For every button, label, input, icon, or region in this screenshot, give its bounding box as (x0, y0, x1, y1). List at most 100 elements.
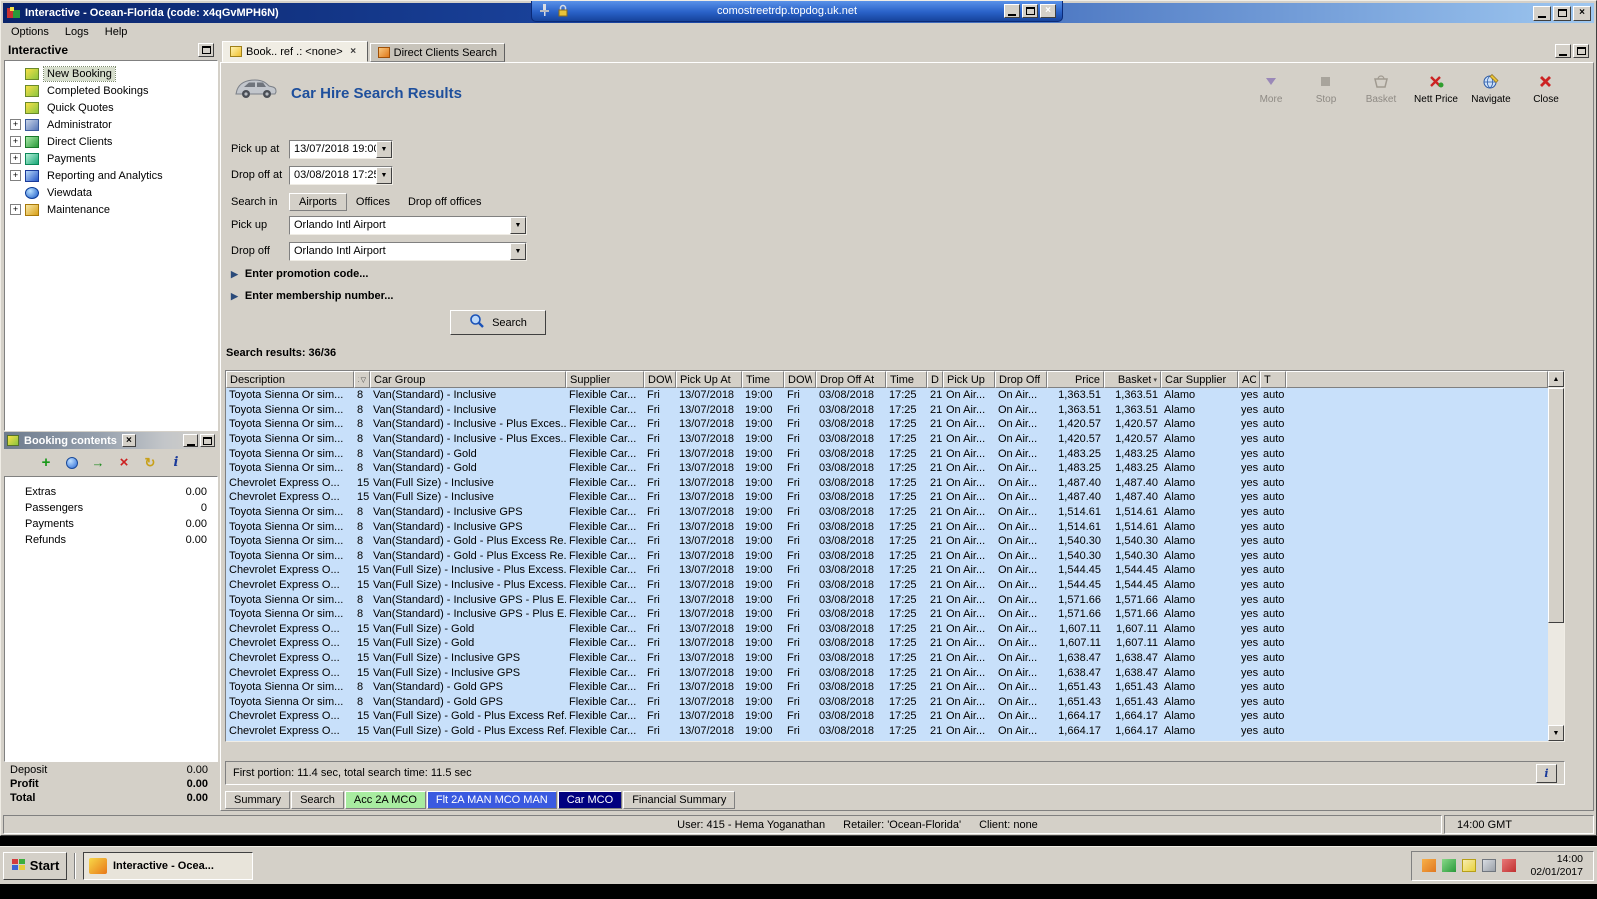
tray-volume-icon[interactable] (1502, 859, 1517, 872)
maximize-icon[interactable] (1553, 5, 1571, 21)
add-icon[interactable]: + (39, 455, 54, 470)
mdi-minimize-icon[interactable] (1555, 44, 1571, 58)
table-row[interactable]: Toyota Sienna Or sim... 8 Van(Standard) - … (226, 519, 1548, 534)
bottom-tab-flt-2a-man-mco-man[interactable]: Flt 2A MAN MCO MAN (426, 791, 557, 809)
table-row[interactable]: Chevrolet Express O...15Van(Full Size) -… (226, 709, 1548, 724)
expand-icon[interactable]: + (10, 204, 21, 215)
sidebar-item-direct-clients[interactable]: + Direct Clients (5, 133, 217, 150)
column-header-pick-up-at-5[interactable]: Pick Up At (676, 371, 742, 388)
column-header-drop-off-12[interactable]: Drop Off (995, 371, 1047, 388)
column-header-pick-up-11[interactable]: Pick Up (943, 371, 995, 388)
pickup-dropdown-icon[interactable]: ▼ (510, 216, 526, 234)
pin-icon[interactable] (538, 3, 551, 20)
column-header-drop-off-at-8[interactable]: Drop Off At (816, 371, 886, 388)
delete-icon[interactable]: × (117, 455, 132, 470)
table-row[interactable]: Toyota Sienna Or sim... 8 Van(Standard) - … (226, 504, 1548, 520)
table-row[interactable]: Chevrolet Express O...15Van(Full Size) -… (226, 490, 1548, 505)
expand-icon[interactable]: + (10, 119, 21, 130)
sidebar-item-completed-bookings[interactable]: Completed Bookings (5, 82, 217, 99)
booking-row-payments[interactable]: Payments 0.00 (5, 516, 217, 532)
column-header-d-10[interactable]: D (927, 371, 943, 388)
column-header-time-6[interactable]: Time (742, 371, 784, 388)
column-header-description-0[interactable]: Description (226, 371, 354, 388)
pickup-at-dropdown-icon[interactable]: ▼ (376, 140, 392, 158)
scroll-up-icon[interactable]: ▲ (1548, 371, 1564, 387)
column-header-s-1[interactable]: S▽ (354, 371, 370, 388)
more-button[interactable]: More (1248, 73, 1294, 105)
sidebar-item-administrator[interactable]: + Administrator (5, 116, 217, 133)
tab-close-icon[interactable]: × (347, 46, 360, 58)
expand-icon[interactable]: + (10, 136, 21, 147)
mdi-restore-icon[interactable] (1573, 44, 1589, 58)
taskbar-task-interactive[interactable]: Interactive - Ocea... (83, 851, 253, 880)
table-row[interactable]: Toyota Sienna Or sim... 8 Van(Standard) - … (226, 592, 1548, 607)
world-icon[interactable] (65, 455, 80, 470)
minimize-icon[interactable] (1533, 5, 1551, 21)
table-row[interactable]: Chevrolet Express O...15Van(Full Size) -… (226, 577, 1548, 593)
tab-booking-ref[interactable]: Book.. ref .: <none> × (222, 41, 368, 62)
close-page-button[interactable]: Close (1523, 73, 1569, 105)
column-header-car-group-2[interactable]: Car Group (370, 371, 566, 388)
info-button[interactable]: i (1536, 763, 1557, 783)
start-button[interactable]: Start (3, 851, 67, 880)
table-row[interactable]: Chevrolet Express O...15Van(Full Size) -… (226, 563, 1548, 578)
tray-mail-icon[interactable] (1462, 859, 1477, 872)
vertical-scrollbar[interactable]: ▲ ▼ (1548, 371, 1564, 741)
menu-options[interactable]: Options (3, 25, 57, 39)
tray-printer-icon[interactable] (1482, 859, 1497, 872)
table-row[interactable]: Chevrolet Express O...15Van(Full Size) -… (226, 621, 1548, 637)
table-row[interactable]: Toyota Sienna Or sim... 8 Van(Standard) - … (226, 388, 1548, 403)
menu-logs[interactable]: Logs (57, 25, 97, 39)
column-header-t-17[interactable]: T (1260, 371, 1286, 388)
dropoff-dropdown-icon[interactable]: ▼ (510, 242, 526, 260)
column-header-price-13[interactable]: Price (1047, 371, 1104, 388)
scroll-down-icon[interactable]: ▼ (1548, 725, 1564, 741)
search-button[interactable]: Search (450, 310, 546, 335)
column-header-ac-16[interactable]: AC (1238, 371, 1260, 388)
bottom-tab-summary[interactable]: Summary (225, 791, 291, 809)
expand-icon[interactable]: + (10, 153, 21, 164)
bottom-tab-car-mco[interactable]: Car MCO (557, 791, 623, 809)
sidebar-item-quick-quotes[interactable]: Quick Quotes (5, 99, 217, 116)
membership-number-expander[interactable]: ▶ Enter membership number... (231, 290, 393, 302)
bottom-tab-search[interactable]: Search (291, 791, 344, 809)
promotion-code-expander[interactable]: ▶ Enter promotion code... (231, 268, 368, 280)
table-row[interactable]: Chevrolet Express O...15Van(Full Size) -… (226, 723, 1548, 739)
sidebar-item-new-booking[interactable]: New Booking (5, 65, 217, 82)
transfer-icon[interactable]: → (91, 455, 106, 470)
search-in-tab-airports[interactable]: Airports (289, 193, 347, 211)
table-row[interactable]: Toyota Sienna Or sim... 8 Van(Standard) - … (226, 533, 1548, 549)
booking-row-passengers[interactable]: Passengers 0 (5, 500, 217, 516)
table-row[interactable]: Toyota Sienna Or sim... 8 Van(Standard) - … (226, 460, 1548, 476)
table-row[interactable]: Chevrolet Express O...15Van(Full Size) -… (226, 636, 1548, 651)
column-header-dow-4[interactable]: DOW (644, 371, 676, 388)
booking-row-extras[interactable]: Extras 0.00 (5, 484, 217, 500)
booking-contents-titlebar[interactable]: Booking contents × (4, 432, 218, 449)
table-row[interactable]: Toyota Sienna Or sim... 8 Van(Standard) - … (226, 417, 1548, 432)
table-row[interactable]: Toyota Sienna Or sim... 8 Van(Standard) - … (226, 402, 1548, 418)
menu-help[interactable]: Help (97, 25, 136, 39)
table-row[interactable]: Chevrolet Express O...15Van(Full Size) -… (226, 665, 1548, 680)
pickup-select[interactable]: Orlando Intl Airport ▼ (289, 215, 527, 235)
scrollbar-thumb[interactable] (1548, 388, 1564, 623)
sidebar-collapse-icon[interactable] (198, 43, 214, 57)
booking-minimize-icon[interactable] (183, 434, 198, 447)
rdp-restore-icon[interactable] (1022, 4, 1038, 18)
close-icon[interactable]: × (1573, 5, 1591, 21)
booking-restore-icon[interactable] (200, 434, 215, 447)
refresh-icon[interactable]: ↻ (143, 455, 158, 470)
tray-app-icon[interactable] (1422, 859, 1437, 872)
tab-direct-clients-search[interactable]: Direct Clients Search (369, 43, 505, 62)
booking-contents-close-icon[interactable]: × (121, 434, 136, 447)
column-header-dow-7[interactable]: DOW (784, 371, 816, 388)
table-row[interactable]: Toyota Sienna Or sim... 8 Van(Standard) - … (226, 694, 1548, 710)
table-row[interactable]: Chevrolet Express O...15Van(Full Size) -… (226, 650, 1548, 666)
navigate-button[interactable]: Navigate (1468, 73, 1514, 105)
column-header-basket-14[interactable]: Basket ▾ (1104, 371, 1161, 388)
nett-price-button[interactable]: Nett Price (1413, 73, 1459, 105)
table-row[interactable]: Chevrolet Express O...15Van(Full Size) -… (226, 475, 1548, 491)
filter-icon[interactable]: ▽ (361, 376, 366, 384)
stop-button[interactable]: Stop (1303, 73, 1349, 105)
rdp-close-icon[interactable]: × (1040, 4, 1056, 18)
dropoff-at-input[interactable]: 03/08/2018 17:25 ▼ (289, 165, 393, 185)
